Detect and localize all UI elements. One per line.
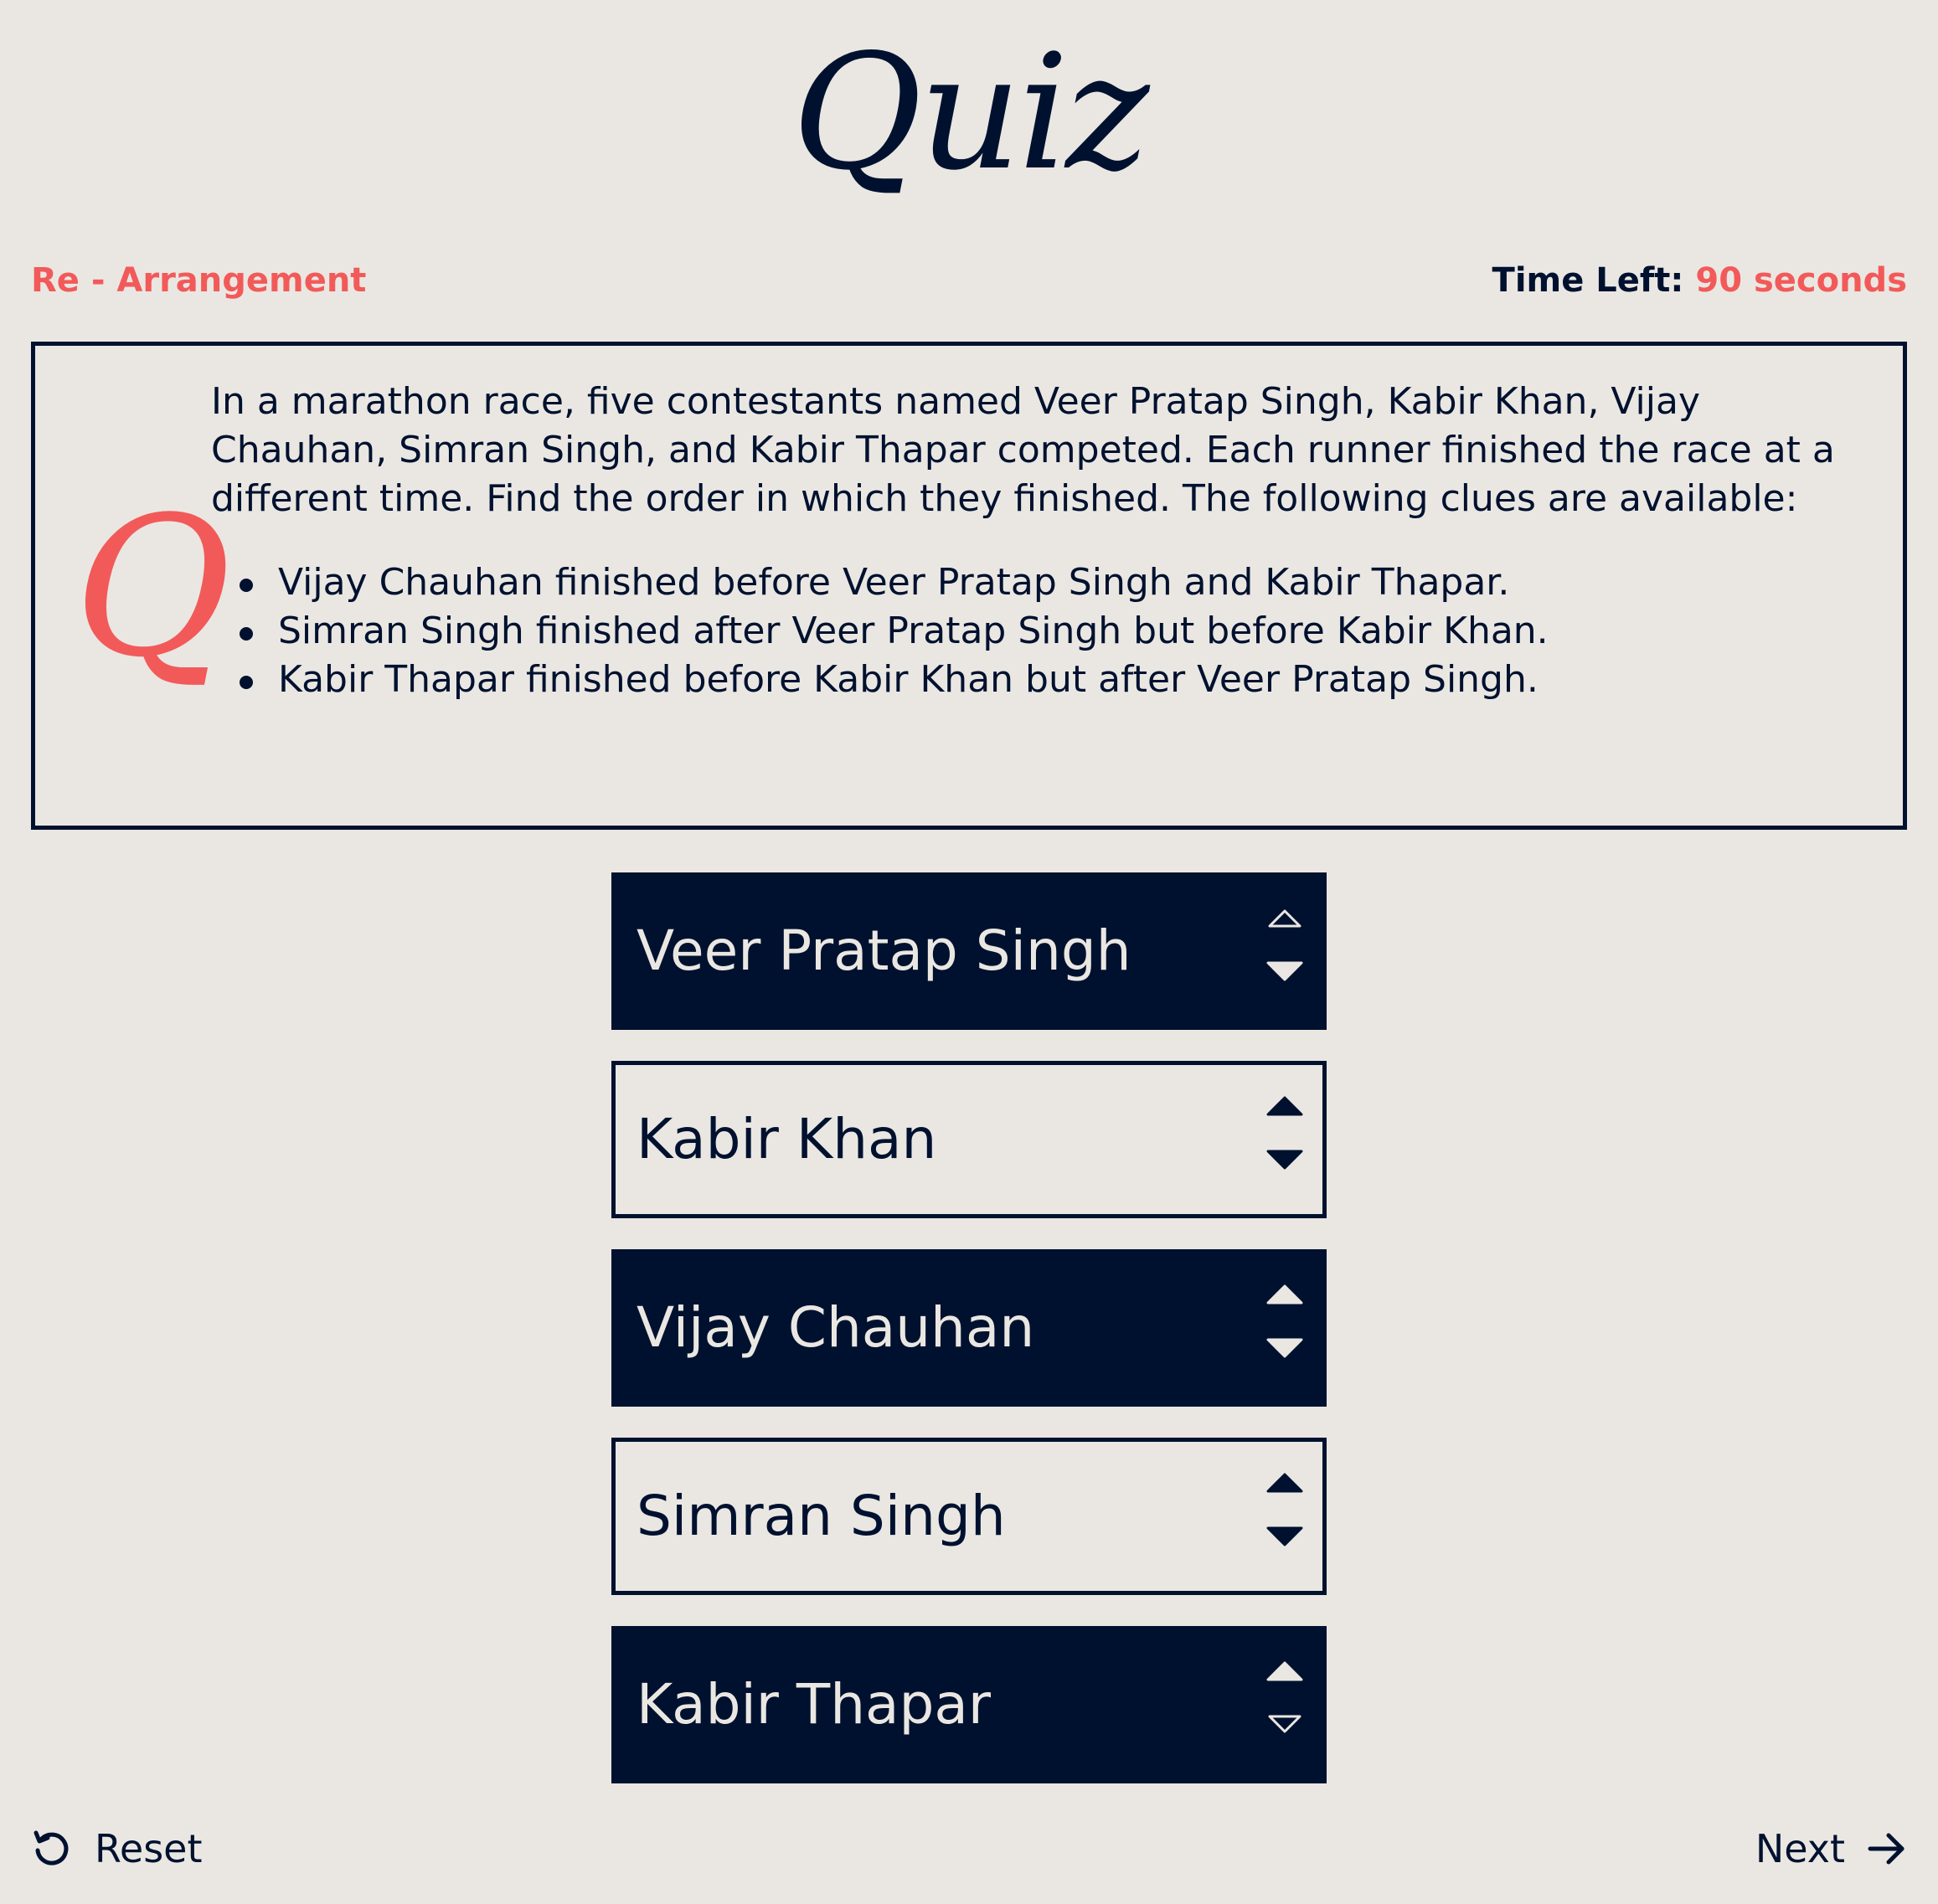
option-label: Vijay Chauhan bbox=[637, 1295, 1035, 1360]
reset-label: Reset bbox=[95, 1826, 203, 1871]
move-down-button[interactable] bbox=[1266, 1148, 1303, 1171]
next-button[interactable]: Next bbox=[1755, 1826, 1907, 1871]
timer: Time Left: 90 seconds bbox=[1492, 261, 1907, 300]
option-reorder-controls bbox=[1266, 906, 1303, 996]
app-title: Quiz bbox=[791, 20, 1149, 205]
option-label: Kabir Thapar bbox=[637, 1672, 991, 1737]
chevron-up-icon bbox=[1268, 909, 1301, 928]
option-reorder-controls bbox=[1266, 1283, 1303, 1373]
timer-label: Time Left: bbox=[1492, 261, 1684, 300]
timer-value: 90 seconds bbox=[1695, 261, 1907, 300]
option-item[interactable]: Kabir Khan bbox=[611, 1061, 1327, 1218]
move-up-button[interactable] bbox=[1266, 1660, 1303, 1683]
chevron-down-icon bbox=[1268, 1715, 1301, 1733]
chevron-up-icon bbox=[1266, 1473, 1303, 1493]
chevron-up-icon bbox=[1266, 1661, 1303, 1681]
question-category: Re - Arrangement bbox=[31, 261, 367, 300]
chevron-down-icon bbox=[1266, 1526, 1303, 1546]
reset-icon bbox=[34, 1830, 69, 1865]
move-up-button[interactable] bbox=[1266, 1471, 1303, 1495]
move-up-button[interactable] bbox=[1266, 1283, 1303, 1306]
question-content: In a marathon race, five contestants nam… bbox=[211, 378, 1886, 704]
next-label: Next bbox=[1755, 1826, 1845, 1871]
move-up-button[interactable] bbox=[1266, 1094, 1303, 1118]
move-down-button[interactable] bbox=[1266, 1336, 1303, 1360]
option-label: Veer Pratap Singh bbox=[637, 919, 1131, 983]
chevron-up-icon bbox=[1266, 1096, 1303, 1116]
move-down-button[interactable] bbox=[1266, 960, 1303, 983]
option-reorder-controls bbox=[1266, 1660, 1303, 1750]
chevron-up-icon bbox=[1266, 1284, 1303, 1304]
move-down-button[interactable] bbox=[1266, 1713, 1303, 1737]
quiz-footer: Reset Next bbox=[31, 1821, 1907, 1876]
arrow-right-icon bbox=[1868, 1833, 1904, 1865]
question-text: In a marathon race, five contestants nam… bbox=[211, 380, 1835, 520]
question-marker: Q bbox=[74, 476, 232, 700]
reset-button[interactable]: Reset bbox=[31, 1826, 203, 1871]
quiz-header: Re - Arrangement Time Left: 90 seconds bbox=[31, 255, 1907, 306]
move-down-button[interactable] bbox=[1266, 1525, 1303, 1548]
option-item[interactable]: Vijay Chauhan bbox=[611, 1249, 1327, 1407]
option-label: Kabir Khan bbox=[637, 1107, 937, 1171]
option-label: Simran Singh bbox=[637, 1484, 1006, 1548]
clue-item: Vijay Chauhan finished before Veer Prata… bbox=[240, 558, 1886, 607]
clue-list: Vijay Chauhan finished before Veer Prata… bbox=[211, 558, 1886, 704]
option-item[interactable]: Kabir Thapar bbox=[611, 1626, 1327, 1783]
move-up-button[interactable] bbox=[1266, 906, 1303, 929]
chevron-down-icon bbox=[1266, 1150, 1303, 1170]
option-item[interactable]: Veer Pratap Singh bbox=[611, 872, 1327, 1030]
chevron-down-icon bbox=[1266, 1338, 1303, 1358]
clue-item: Kabir Thapar finished before Kabir Khan … bbox=[240, 656, 1886, 704]
question-box: Q In a marathon race, five contestants n… bbox=[31, 342, 1907, 830]
clue-item: Simran Singh finished after Veer Pratap … bbox=[240, 607, 1886, 656]
option-list: Veer Pratap Singh Kabir Khan Vijay Chauh… bbox=[611, 872, 1327, 1814]
option-reorder-controls bbox=[1266, 1094, 1303, 1185]
option-item[interactable]: Simran Singh bbox=[611, 1438, 1327, 1595]
option-reorder-controls bbox=[1266, 1471, 1303, 1562]
chevron-down-icon bbox=[1266, 961, 1303, 981]
